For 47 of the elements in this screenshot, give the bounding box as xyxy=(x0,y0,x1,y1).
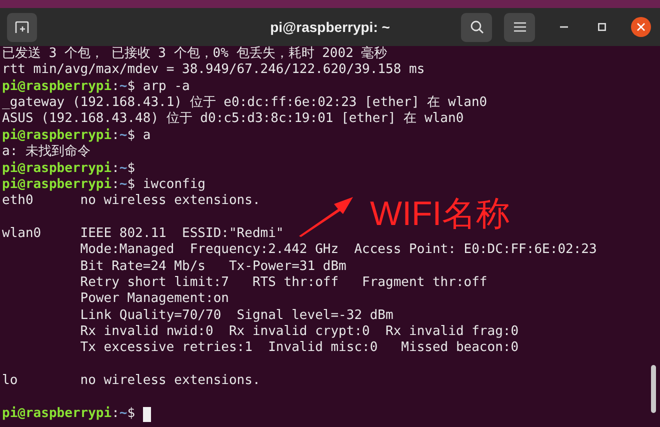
new-tab-icon xyxy=(15,20,29,34)
output-line: wlan0 IEEE 802.11 ESSID:"Redmi" xyxy=(2,226,284,242)
search-icon xyxy=(470,20,484,34)
menu-icon xyxy=(514,22,526,32)
close-icon xyxy=(637,23,645,31)
window-title: pi@raspberrypi: ~ xyxy=(270,18,390,37)
close-button[interactable] xyxy=(631,17,651,37)
command-text: arp -a xyxy=(142,78,190,96)
output-line: a: 未找到命令 xyxy=(2,144,90,161)
prompt-user-host: pi@raspberrypi xyxy=(2,160,112,177)
output-line: _gateway (192.168.43.1) 位于 e0:dc:ff:6e:02:23 [ether] 在 wlan0 xyxy=(2,95,488,112)
output-line: Bit Rate=24 Mb/s Tx-Power=31 dBm xyxy=(79,258,346,276)
output-line: eth0 no wireless extensions. xyxy=(2,193,260,210)
prompt-symbol: $ xyxy=(127,128,136,144)
output-line: rtt min/avg/max/mdev = 38.949/67.246/122.620/39.158 ms xyxy=(2,62,425,79)
prompt-symbol: $ xyxy=(127,160,136,177)
prompt-symbol: $ xyxy=(127,406,136,422)
annotation-label: WIFI名称 xyxy=(370,194,510,234)
search-button[interactable] xyxy=(461,12,492,42)
output-line: ASUS (192.168.43.48) 位于 d0:c5:d3:8c:19:01 [ether] 在 wlan0 xyxy=(2,111,464,128)
prompt-path: :~ xyxy=(112,176,128,194)
maximize-icon xyxy=(598,23,606,31)
prompt-user-host: pi@raspberrypi xyxy=(2,78,112,96)
arrow-annotation xyxy=(298,195,354,237)
prompt-user-host: pi@raspberrypi xyxy=(2,176,112,194)
prompt-user-host: pi@raspberrypi xyxy=(2,128,112,144)
prompt-path: :~ xyxy=(112,160,128,177)
output-line: Mode:Managed Frequency:2.442 GHz Access Point: E0:DC:FF:6E:02:23 xyxy=(79,242,597,259)
output-line: Tx excessive retries:1 Invalid misc:0 Missed beacon:0 xyxy=(79,340,519,357)
prompt-symbol: $ xyxy=(127,78,136,96)
prompt-symbol: $ xyxy=(127,176,136,194)
output-line: Rx invalid nwid:0 Rx invalid crypt:0 Rx invalid frag:0 xyxy=(79,324,519,340)
prompt-user-host: pi@raspberrypi xyxy=(2,406,112,422)
output-line: Power Management:on xyxy=(79,291,229,308)
command-text: a xyxy=(142,128,151,144)
output-line: lo no wireless extensions. xyxy=(2,373,260,390)
prompt-path: :~ xyxy=(112,128,128,144)
new-tab-button[interactable] xyxy=(7,12,37,42)
command-text: iwconfig xyxy=(142,176,206,194)
minimize-icon xyxy=(560,26,568,28)
menu-button[interactable] xyxy=(504,12,535,42)
prompt-path: :~ xyxy=(112,78,128,96)
output-line: Retry short limit:7 RTS thr:off Fragment thr:off xyxy=(79,275,488,292)
output-line: 已发送 3 个包， 已接收 3 个包，0% 包丢失，耗时 2002 毫秒 xyxy=(2,46,388,62)
prompt-path: :~ xyxy=(112,406,128,422)
output-line: Link Quality=70/70 Signal level=-32 dBm xyxy=(79,308,394,324)
scrollbar[interactable] xyxy=(651,365,656,413)
